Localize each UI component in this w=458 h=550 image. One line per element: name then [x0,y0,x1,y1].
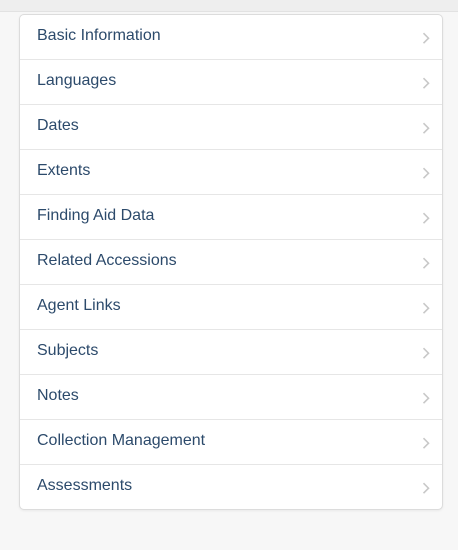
sidebar-item-label: Dates [37,117,79,135]
sidebar-item-label: Finding Aid Data [37,207,155,225]
sidebar-item-subjects[interactable]: Subjects [20,329,442,374]
chevron-right-icon [422,212,430,224]
chevron-right-icon [422,302,430,314]
sidebar-item-extents[interactable]: Extents [20,149,442,194]
sidebar-item-dates[interactable]: Dates [20,104,442,149]
sidebar-item-label: Agent Links [37,297,121,315]
chevron-right-icon [422,437,430,449]
section-nav-list: Basic Information Languages Dates Extent… [20,15,442,509]
sidebar-item-notes[interactable]: Notes [20,374,442,419]
chevron-right-icon [422,392,430,404]
chevron-right-icon [422,167,430,179]
sidebar-item-collection-management[interactable]: Collection Management [20,419,442,464]
sidebar-item-languages[interactable]: Languages [20,59,442,104]
sidebar-item-assessments[interactable]: Assessments [20,464,442,509]
top-bar [0,0,458,12]
chevron-right-icon [422,482,430,494]
chevron-right-icon [422,347,430,359]
sidebar-item-related-accessions[interactable]: Related Accessions [20,239,442,284]
sidebar-item-basic-information[interactable]: Basic Information [20,15,442,59]
chevron-right-icon [422,77,430,89]
chevron-right-icon [422,257,430,269]
sidebar-item-label: Extents [37,162,91,180]
section-navigation-sidebar: Basic Information Languages Dates Extent… [19,14,443,510]
sidebar-item-label: Related Accessions [37,252,177,270]
sidebar-item-label: Collection Management [37,432,206,450]
chevron-right-icon [422,32,430,44]
sidebar-item-finding-aid-data[interactable]: Finding Aid Data [20,194,442,239]
sidebar-item-agent-links[interactable]: Agent Links [20,284,442,329]
sidebar-item-label: Languages [37,72,117,90]
sidebar-item-label: Assessments [37,477,133,495]
sidebar-item-label: Subjects [37,342,99,360]
sidebar-item-label: Basic Information [37,27,161,45]
sidebar-item-label: Notes [37,387,79,405]
chevron-right-icon [422,122,430,134]
